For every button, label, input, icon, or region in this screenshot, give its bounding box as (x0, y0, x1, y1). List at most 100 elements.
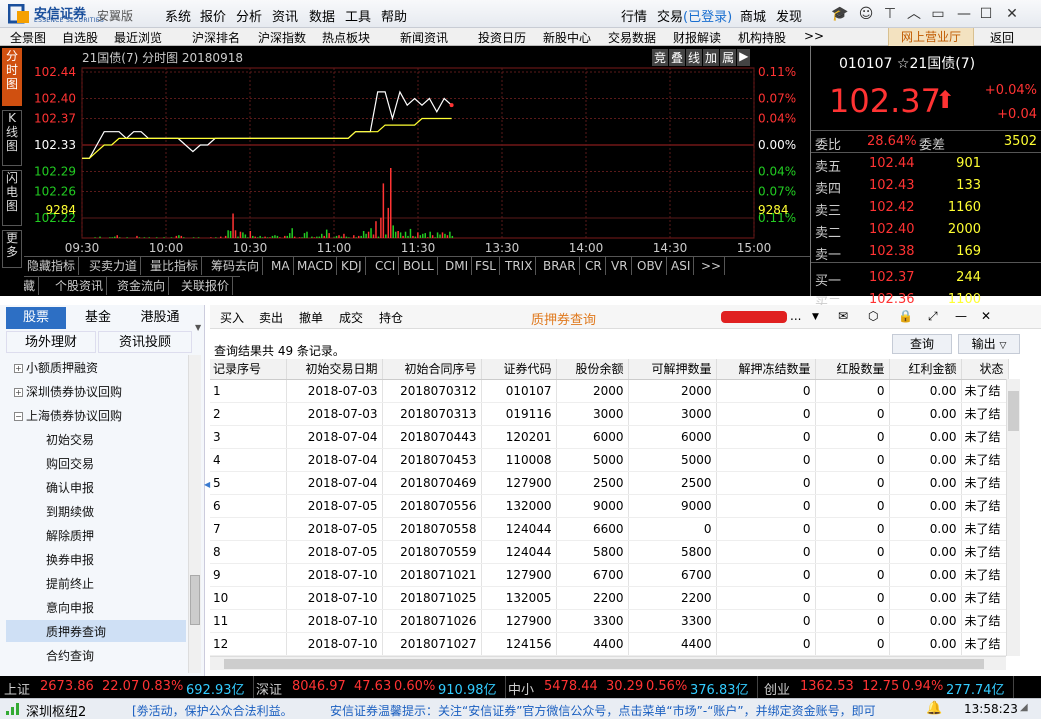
tree-scrollbar[interactable] (188, 355, 201, 673)
export-button[interactable]: 输出 ▽ (958, 334, 1020, 354)
nav-panorama[interactable]: 全景图 (10, 29, 46, 46)
table-row[interactable]: 8 2018-07-05 2018070559 124044 5800 5800 0 0 0.0… (210, 540, 1009, 564)
tree-item-0[interactable]: 初始交易 (6, 428, 186, 450)
tab-advisory[interactable]: 资讯投顾 (98, 331, 192, 353)
tree-item-8[interactable]: 质押券查询 (6, 620, 186, 642)
menu-system[interactable]: 系统 (165, 6, 191, 25)
indicator-tab-4[interactable]: MA (268, 257, 294, 275)
query-button[interactable]: 查询 (892, 334, 952, 354)
nav-recent[interactable]: 最近浏览 (114, 29, 162, 46)
tree-item-2[interactable]: 确认申报 (6, 476, 186, 498)
tb-sell[interactable]: 卖出 (259, 309, 283, 326)
tb-deal[interactable]: 成交 (339, 309, 363, 326)
table-row[interactable]: 5 2018-07-04 2018070469 127900 2500 2500 0 0 0.0… (210, 471, 1009, 495)
menu-tools[interactable]: 工具 (345, 6, 371, 25)
tree-group-sz-repo[interactable]: + 深圳债券协议回购 (14, 383, 122, 400)
more-dots-icon[interactable]: ... (790, 309, 801, 323)
account-dropdown-icon[interactable]: ▼ (812, 312, 819, 322)
indicator-tab-16[interactable]: ASI (668, 257, 695, 275)
column-header-3[interactable]: 证券代码 (481, 359, 557, 380)
tree-item-3[interactable]: 到期续做 (6, 500, 186, 522)
index-item-2[interactable]: 中小 5478.44 30.29 0.56% 376.83亿 (508, 676, 758, 698)
sell-level-4[interactable]: 卖四 102.43 133 (811, 176, 1041, 197)
menu-help[interactable]: 帮助 (381, 6, 407, 25)
table-hscrollbar[interactable] (210, 656, 1006, 670)
mail-icon[interactable]: ✉ (838, 309, 848, 323)
tb-cancel[interactable]: 撤单 (299, 309, 323, 326)
chevron-up-icon[interactable]: ︿ (904, 4, 924, 24)
settings-icon[interactable]: ⬡ (868, 309, 878, 323)
nav-report[interactable]: 财报解读 (673, 29, 721, 46)
nav-trade-data[interactable]: 交易数据 (608, 29, 656, 46)
indicator-tab-14[interactable]: VR (608, 257, 632, 275)
lock-icon[interactable]: 🔒 (898, 309, 913, 323)
tree-group-sh-repo[interactable]: − 上海债券协议回购 (14, 407, 122, 424)
tab-otc[interactable]: 场外理财 (6, 331, 96, 353)
indicator-tab-6[interactable]: KDJ (338, 257, 366, 275)
graduation-cap-icon[interactable]: 🎓 (830, 4, 850, 24)
minimize-button[interactable]: — (954, 4, 974, 24)
tree-group-small-pledge[interactable]: + 小额质押融资 (14, 359, 98, 376)
top-discover-link[interactable]: 发现 (776, 6, 802, 25)
online-hall-button[interactable]: 网上营业厅 (888, 28, 974, 46)
indicator-tab-3[interactable]: 筹码去向 (208, 257, 264, 275)
menu-quote[interactable]: 报价 (200, 6, 226, 25)
menu-analysis[interactable]: 分析 (236, 6, 262, 25)
minimize-icon[interactable]: ▭ (928, 4, 948, 24)
table-row[interactable]: 3 2018-07-04 2018070443 120201 6000 6000 0 0 0.0… (210, 425, 1009, 449)
favorite-star-icon[interactable]: ☆ (897, 56, 910, 72)
tb-buy[interactable]: 买入 (220, 309, 244, 326)
info-tab-2[interactable]: 资金流向 (114, 277, 170, 295)
expand-icon[interactable]: ⤢ (928, 309, 938, 324)
tab-kline[interactable]: K线图 (2, 110, 22, 166)
tree-item-6[interactable]: 提前终止 (6, 572, 186, 594)
sell-level-1[interactable]: 卖一 102.38 169 (811, 242, 1041, 263)
top-market-link[interactable]: 行情 (621, 6, 647, 25)
tree-item-4[interactable]: 解除质押 (6, 524, 186, 546)
tab-more[interactable]: 更多 (2, 230, 22, 268)
intraday-chart[interactable]: 102.44 0.11% 102.40 0.07% 102.37 0.04% 102.33 0… (24, 46, 810, 256)
server-name[interactable]: 深圳枢纽2 (26, 701, 86, 719)
collapse-icon[interactable]: − (14, 412, 23, 421)
indicator-tab-10[interactable]: FSL (472, 257, 500, 275)
nav-back[interactable]: 返回 (990, 29, 1014, 46)
info-tab-3[interactable]: 关联报价 (178, 277, 234, 295)
tab-stock[interactable]: 股票 (6, 307, 66, 329)
table-row[interactable]: 6 2018-07-05 2018070556 132000 9000 9000 0 0 0.0… (210, 494, 1009, 518)
table-row[interactable]: 4 2018-07-04 2018070453 110008 5000 5000 0 0 0.0… (210, 448, 1009, 472)
index-item-0[interactable]: 上证 2673.86 22.07 0.83% 692.93亿 (4, 676, 254, 698)
indicator-tab-17[interactable]: >> (698, 257, 726, 275)
index-item-3[interactable]: 创业 1362.53 12.75 0.94% 277.74亿 (764, 676, 1014, 698)
nav-institution[interactable]: 机构持股 (738, 29, 786, 46)
nav-ipo[interactable]: 新股中心 (543, 29, 591, 46)
tree-item-5[interactable]: 换券申报 (6, 548, 186, 570)
column-header-6[interactable]: 解押冻结数量 (716, 359, 816, 380)
buy-level-1[interactable]: 买一 102.37 244 (811, 268, 1041, 289)
nav-index[interactable]: 沪深指数 (258, 29, 306, 46)
tree-item-1[interactable]: 购回交易 (6, 452, 186, 474)
tab-hk-connect[interactable]: 港股通 (130, 307, 190, 329)
indicator-tab-11[interactable]: TRIX (502, 257, 537, 275)
table-row[interactable]: 1 2018-07-03 2018070312 010107 2000 2000 0 0 0.0… (210, 379, 1009, 403)
panel-minimize-icon[interactable]: — (955, 309, 967, 323)
nav-ranking[interactable]: 沪深排名 (192, 29, 240, 46)
column-header-2[interactable]: 初始合同序号 (382, 359, 482, 380)
tree-item-9[interactable]: 合约查询 (6, 644, 186, 666)
indicator-tab-13[interactable]: CR (582, 257, 606, 275)
indicator-tab-1[interactable]: 买卖力道 (86, 257, 142, 275)
tab-flash[interactable]: 闪电图 (2, 170, 22, 226)
column-header-8[interactable]: 红利金额 (889, 359, 962, 380)
indicator-tab-2[interactable]: 量比指标 (147, 257, 203, 275)
nav-news[interactable]: 新闻资讯 (400, 29, 448, 46)
tree-item-7[interactable]: 意向申报 (6, 596, 186, 618)
sell-level-2[interactable]: 卖二 102.40 2000 (811, 220, 1041, 241)
column-header-1[interactable]: 初始交易日期 (286, 359, 383, 380)
nav-more[interactable]: >> (804, 29, 824, 43)
expand-icon[interactable]: + (14, 364, 23, 373)
indicator-tab-12[interactable]: BRAR (540, 257, 580, 275)
shirt-icon[interactable]: ⊤ (880, 4, 900, 24)
nav-calendar[interactable]: 投资日历 (478, 29, 526, 46)
column-header-0[interactable]: 记录序号 (210, 359, 287, 380)
indicator-tab-7[interactable]: CCI (372, 257, 400, 275)
indicator-tab-9[interactable]: DMI (442, 257, 473, 275)
